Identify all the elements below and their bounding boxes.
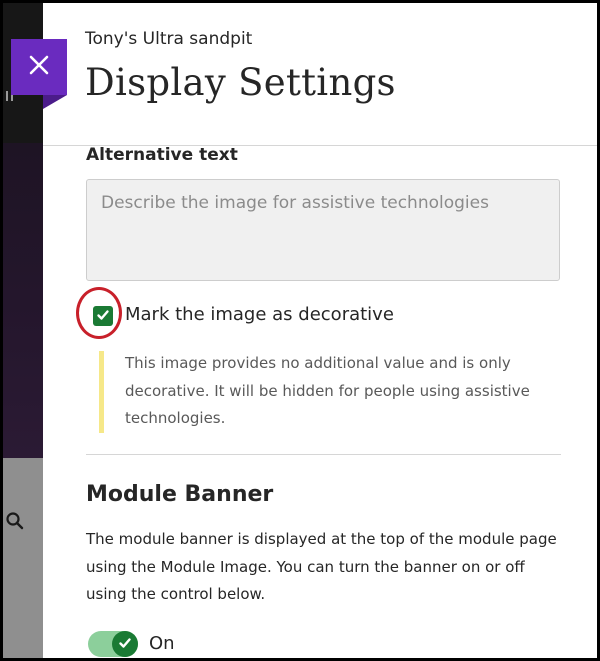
section-divider — [86, 454, 561, 455]
search-icon — [5, 511, 25, 531]
background-app — [3, 3, 43, 658]
module-banner-title: Module Banner — [86, 482, 274, 507]
toggle-knob — [112, 631, 138, 657]
background-lower-area — [3, 458, 43, 658]
close-icon — [28, 54, 50, 80]
module-banner-toggle[interactable] — [88, 631, 138, 657]
decorative-help-text: This image provides no additional value … — [125, 354, 530, 427]
close-panel-button[interactable] — [11, 39, 67, 95]
course-name: Tony's Ultra sandpit — [85, 29, 253, 49]
alternative-text-label: Alternative text — [86, 145, 238, 165]
close-button-tab-shadow — [43, 95, 67, 109]
checkmark-icon — [118, 635, 132, 654]
background-content — [3, 143, 43, 458]
module-banner-toggle-state: On — [149, 633, 175, 654]
decorative-checkbox[interactable] — [93, 306, 113, 326]
display-settings-panel: Tony's Ultra sandpit Display Settings Al… — [43, 3, 597, 658]
help-text-accent-bar — [99, 351, 104, 433]
decorative-checkbox-label[interactable]: Mark the image as decorative — [125, 304, 394, 325]
alternative-text-input[interactable] — [86, 179, 560, 281]
screenshot-frame: Tony's Ultra sandpit Display Settings Al… — [0, 0, 600, 661]
module-banner-description: The module banner is displayed at the to… — [86, 530, 557, 603]
panel-header: Tony's Ultra sandpit Display Settings — [43, 3, 597, 146]
page-title: Display Settings — [85, 61, 396, 104]
checkmark-icon — [96, 307, 110, 326]
